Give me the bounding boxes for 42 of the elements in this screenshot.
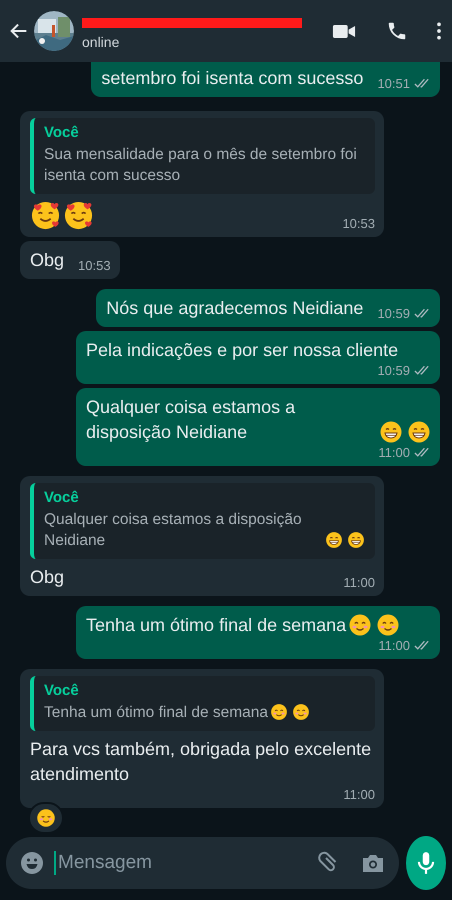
smiling-face-icon [348, 613, 372, 637]
message-time: 11:00 [343, 575, 375, 590]
quote-author: Você [44, 682, 80, 699]
message-time: 11:00 [378, 638, 410, 653]
quote-text: Sua mensalidade para o mês de setembro foi isenta com sucesso [44, 145, 358, 186]
message-time: 10:59 [377, 363, 410, 378]
grinning-face-icon [325, 531, 343, 549]
message-text: Qualquer coisa estamos a disposição Neidiane [86, 396, 296, 444]
message-field[interactable]: Mensagem [6, 837, 399, 889]
phone-icon[interactable] [386, 20, 408, 42]
message-time: 10:53 [342, 216, 375, 231]
message-time: 11:00 [378, 445, 410, 460]
message-time: 10:59 [377, 306, 410, 321]
quote-author: Você [44, 124, 80, 141]
quote-author: Você [44, 489, 80, 506]
message-text: Obg [30, 566, 64, 589]
smiling-face-icon [292, 703, 310, 721]
smiling-face-icon [36, 808, 56, 828]
message-text: Para vcs também, obrigada pelo excelente atendimento [30, 738, 372, 786]
message-text: setembro foi isenta com sucesso [101, 67, 364, 90]
smiling-face-icon [376, 613, 400, 637]
grinning-face-icon [407, 420, 431, 444]
quote-text: Qualquer coisa estamos a disposição Neidiane [44, 510, 303, 551]
message-input[interactable]: Mensagem [54, 851, 305, 875]
contact-status: online [82, 34, 120, 50]
voice-message-button[interactable] [406, 836, 446, 890]
smiling-face-icon [270, 703, 288, 721]
message-time: 10:53 [78, 258, 111, 273]
more-options-icon[interactable] [436, 21, 442, 41]
message-time: 11:00 [343, 787, 375, 802]
grinning-face-icon [379, 420, 403, 444]
video-call-icon[interactable] [332, 22, 356, 40]
message-time: 10:51 [377, 76, 410, 91]
smiling-face-with-hearts-icon [63, 200, 94, 231]
message-text: Tenha um ótimo final de semana [86, 614, 346, 637]
message-text: Obg [30, 249, 64, 272]
smiling-face-with-hearts-icon [30, 200, 61, 231]
message-text: Pela indicações e por ser nossa cliente [86, 339, 398, 362]
grinning-face-icon [347, 531, 365, 549]
quote-text: Tenha um ótimo final de semana [44, 703, 268, 723]
emoji-icon[interactable] [20, 851, 44, 875]
message-text: Nós que agradecemos Neidiane [106, 297, 364, 320]
